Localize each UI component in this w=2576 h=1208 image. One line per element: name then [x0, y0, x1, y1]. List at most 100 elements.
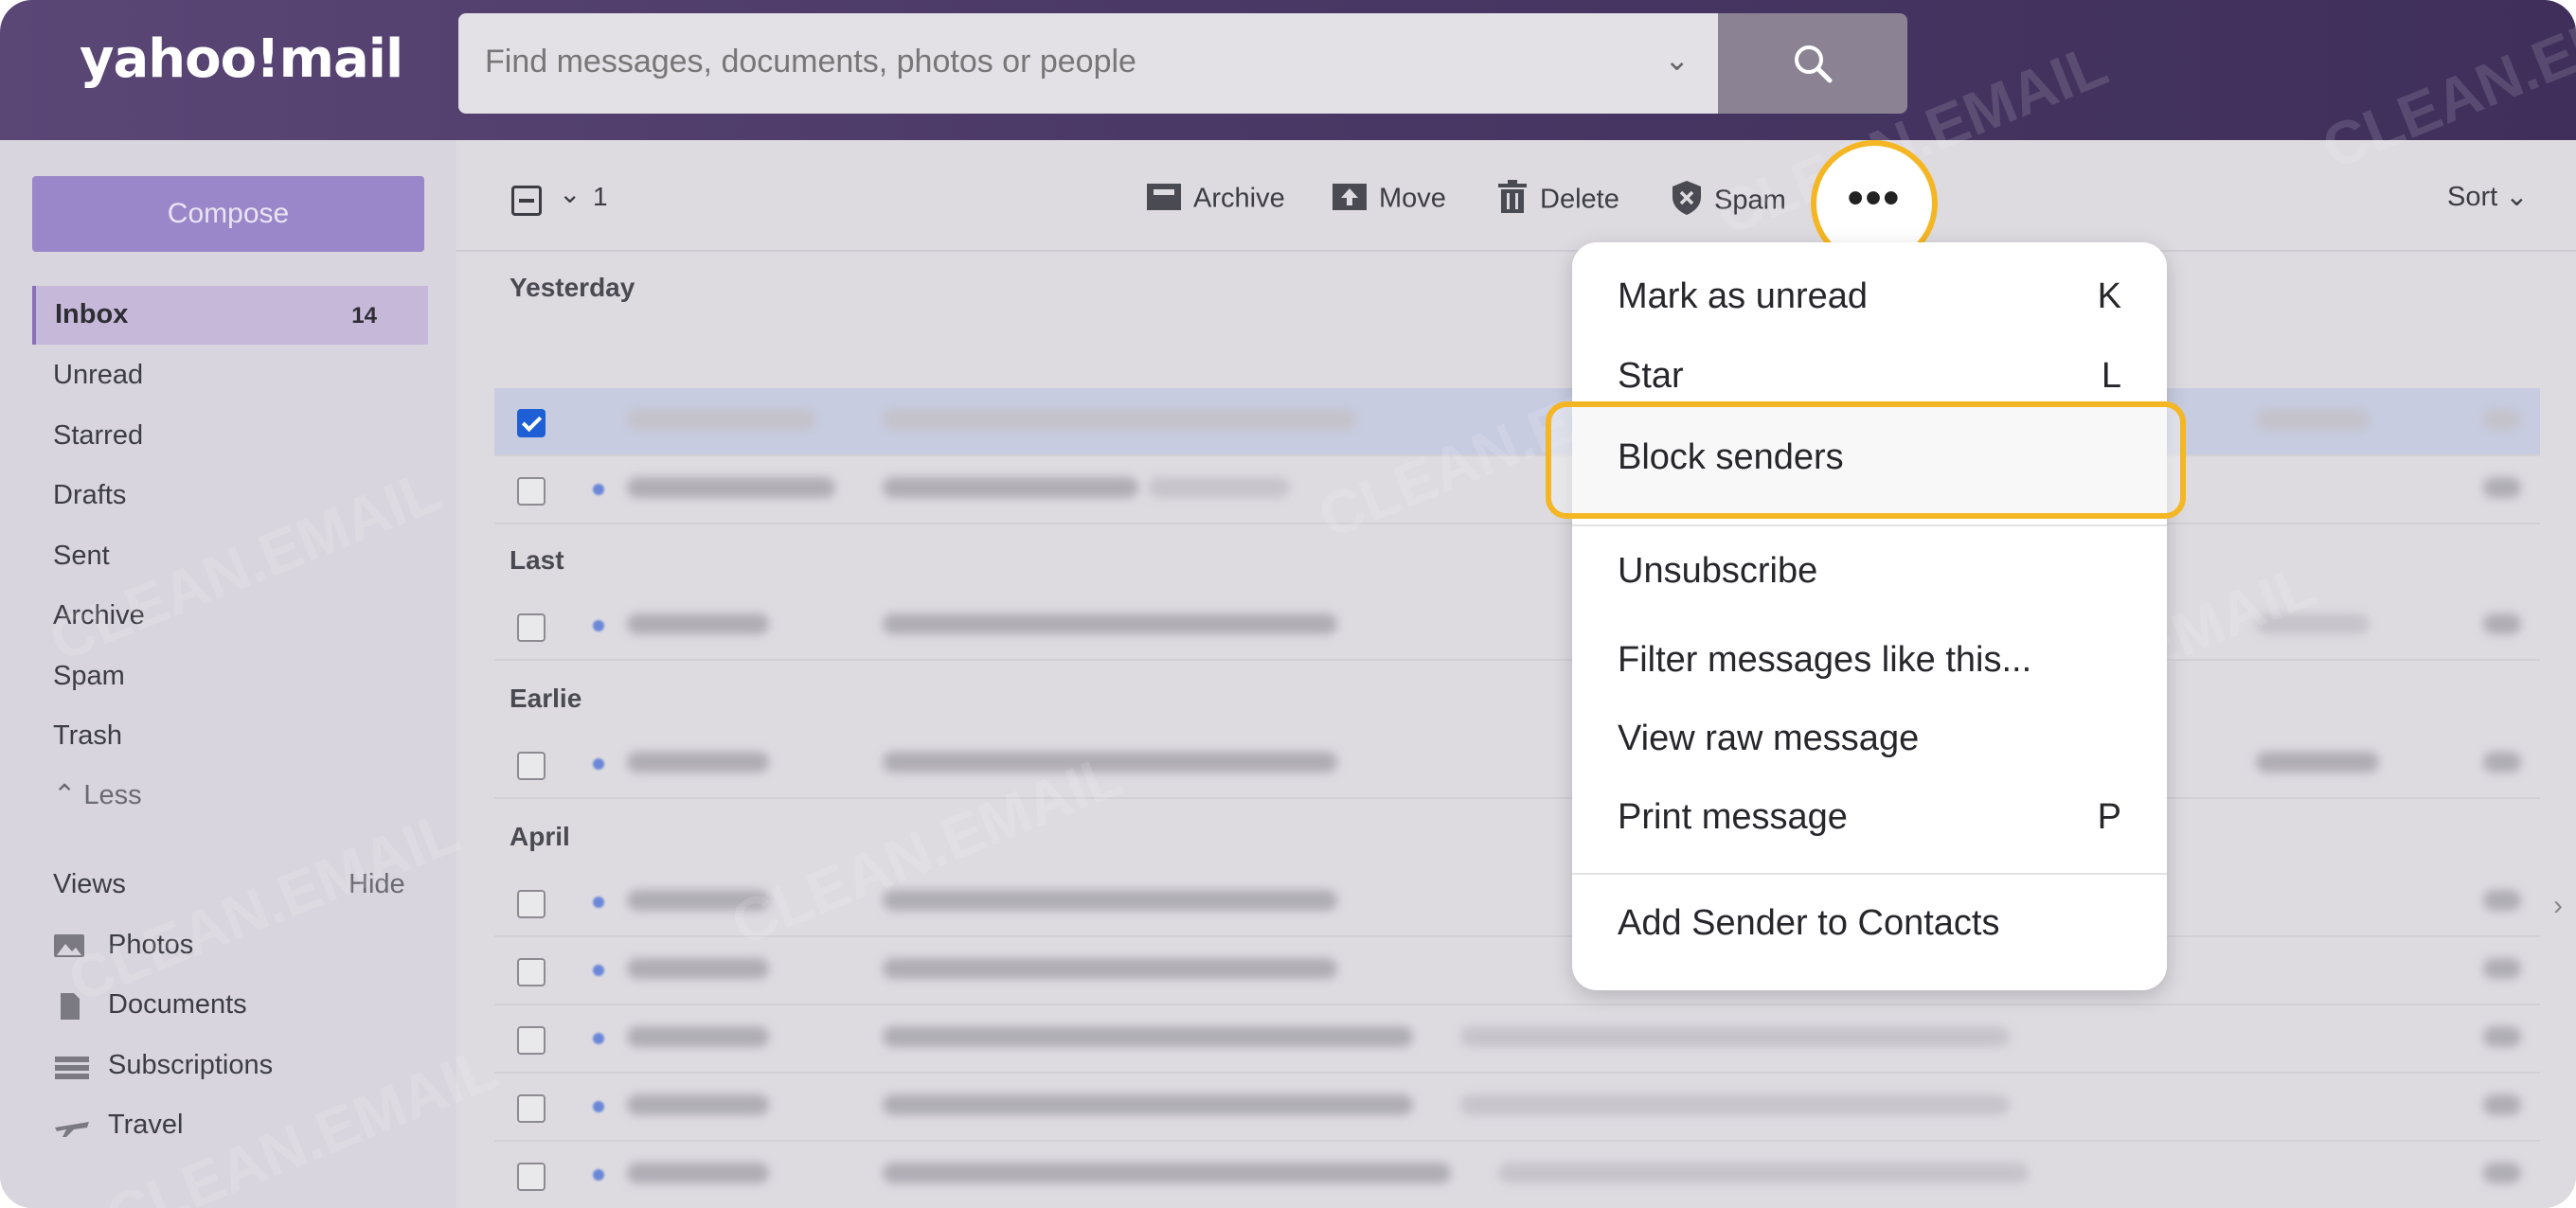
- message-row[interactable]: [494, 869, 2540, 937]
- menu-item-block-senders[interactable]: Block senders: [1618, 437, 1844, 478]
- message-row[interactable]: [494, 388, 2540, 456]
- more-actions-menu: Mark as unread K Star L Block senders Un…: [1572, 242, 2167, 990]
- row-checkbox[interactable]: [517, 1094, 546, 1123]
- unread-dot: [593, 758, 604, 770]
- search-options-chevron-icon[interactable]: ⌄: [1664, 42, 1690, 78]
- preview-text: [1460, 1026, 2010, 1047]
- sender-text: [627, 1163, 769, 1183]
- preview-text: [2256, 613, 2370, 634]
- subscriptions-label: Subscriptions: [108, 1050, 274, 1080]
- sender-text: [627, 890, 769, 911]
- row-checkbox[interactable]: [517, 958, 546, 986]
- unread-dot: [593, 1033, 604, 1044]
- sidebar-item-trash[interactable]: Trash: [53, 720, 122, 752]
- preview-text: [2256, 409, 2370, 430]
- subject-text: [883, 409, 1356, 430]
- message-row[interactable]: [494, 1074, 2540, 1142]
- row-checkbox[interactable]: [517, 890, 546, 918]
- message-row[interactable]: [494, 1142, 2540, 1208]
- sidebar-item-inbox[interactable]: Inbox 14: [32, 286, 428, 345]
- menu-item-filter-messages[interactable]: Filter messages like this...: [1618, 640, 2031, 681]
- sidebar-view-travel[interactable]: Travel: [53, 1110, 184, 1141]
- archive-label: Archive: [1193, 183, 1285, 214]
- message-row[interactable]: [494, 456, 2540, 524]
- search-placeholder: Find messages, documents, photos or peop…: [485, 44, 1136, 80]
- move-icon: [1332, 180, 1368, 220]
- sidebar-item-starred[interactable]: Starred: [53, 420, 143, 452]
- subject-text: [883, 752, 1337, 773]
- date-text: [2483, 613, 2521, 634]
- chevron-right-icon[interactable]: ›: [2553, 890, 2563, 922]
- subject-text: [883, 1026, 1413, 1047]
- group-last-label: Last: [510, 545, 564, 575]
- sort-chevron-icon: ⌄: [2505, 182, 2529, 212]
- sender-text: [627, 477, 835, 498]
- shortcut-p: P: [2097, 797, 2121, 837]
- sidebar-item-archive[interactable]: Archive: [53, 600, 145, 631]
- compose-button[interactable]: Compose: [32, 176, 424, 252]
- row-checkbox[interactable]: [517, 613, 546, 642]
- search-button[interactable]: [1718, 13, 1907, 114]
- delete-button[interactable]: Delete: [1496, 180, 1619, 222]
- subject-text: [883, 958, 1337, 979]
- row-checkbox[interactable]: [517, 752, 546, 780]
- sidebar-item-drafts[interactable]: Drafts: [53, 480, 126, 511]
- select-all-checkbox[interactable]: [511, 186, 542, 216]
- sidebar-less-toggle[interactable]: ⌃ Less: [53, 778, 142, 811]
- unread-dot: [593, 620, 604, 631]
- menu-item-mark-unread[interactable]: Mark as unread: [1618, 276, 1868, 317]
- sidebar: Compose Inbox 14 Unread Starred Drafts S…: [0, 140, 456, 1208]
- group-earlier-label: Earlie: [510, 684, 582, 713]
- search-icon: [1795, 45, 1833, 83]
- menu-item-print[interactable]: Print message: [1618, 797, 1848, 838]
- sort-button[interactable]: Sort ⌄: [2447, 180, 2529, 213]
- row-checkbox[interactable]: [517, 1163, 546, 1191]
- menu-divider: [1572, 873, 2167, 875]
- unread-dot: [593, 484, 604, 495]
- sidebar-view-photos[interactable]: Photos: [53, 930, 193, 961]
- group-yesterday: Yesterday: [510, 273, 635, 302]
- document-icon: [53, 992, 85, 1021]
- yahoo-mail-logo[interactable]: yahoo!mail: [80, 28, 403, 90]
- archive-button[interactable]: Archive: [1146, 180, 1285, 220]
- sidebar-view-documents[interactable]: Documents: [53, 989, 247, 1021]
- message-row[interactable]: [494, 1005, 2540, 1074]
- row-checkbox[interactable]: [517, 1026, 546, 1055]
- sender-text: [627, 752, 769, 773]
- views-hide-link[interactable]: Hide: [349, 869, 405, 900]
- spam-button[interactable]: Spam: [1671, 180, 1786, 223]
- menu-divider: [1572, 524, 2167, 526]
- shield-x-icon: [1671, 180, 1703, 223]
- sort-label: Sort: [2447, 182, 2498, 212]
- message-row[interactable]: [494, 937, 2540, 1005]
- sender-text: [627, 1026, 769, 1047]
- shortcut-l: L: [2101, 356, 2121, 396]
- message-row[interactable]: [494, 731, 2540, 799]
- sidebar-item-spam[interactable]: Spam: [53, 661, 125, 692]
- group-earlier: Earlie: [510, 684, 581, 714]
- app-window: yahoo!mail Find messages, documents, pho…: [0, 0, 2576, 1208]
- sidebar-item-unread[interactable]: Unread: [53, 360, 143, 391]
- search-input[interactable]: Find messages, documents, photos or peop…: [458, 13, 1718, 114]
- views-heading: Views: [53, 869, 126, 899]
- menu-item-view-raw[interactable]: View raw message: [1618, 719, 1919, 759]
- select-dropdown-chevron-icon[interactable]: ⌄: [559, 178, 581, 209]
- sidebar-view-subscriptions[interactable]: Subscriptions: [53, 1050, 273, 1081]
- menu-item-unsubscribe[interactable]: Unsubscribe: [1618, 551, 1817, 592]
- travel-label: Travel: [108, 1110, 184, 1140]
- plane-icon: [53, 1112, 89, 1139]
- unread-dot: [593, 1169, 604, 1181]
- documents-label: Documents: [108, 989, 247, 1020]
- message-row[interactable]: [494, 593, 2540, 661]
- date-text: [2483, 1026, 2521, 1047]
- sidebar-item-sent[interactable]: Sent: [53, 541, 110, 572]
- row-checkbox[interactable]: [517, 477, 546, 506]
- menu-item-add-sender-contacts[interactable]: Add Sender to Contacts: [1618, 903, 1999, 944]
- preview-text: [1460, 1094, 2010, 1115]
- date-text: [2483, 1094, 2521, 1115]
- menu-item-star[interactable]: Star: [1618, 356, 1684, 397]
- row-checkbox[interactable]: [517, 409, 546, 437]
- selected-count: 1: [593, 182, 608, 211]
- move-button[interactable]: Move: [1332, 180, 1446, 220]
- sender-text: [627, 613, 769, 634]
